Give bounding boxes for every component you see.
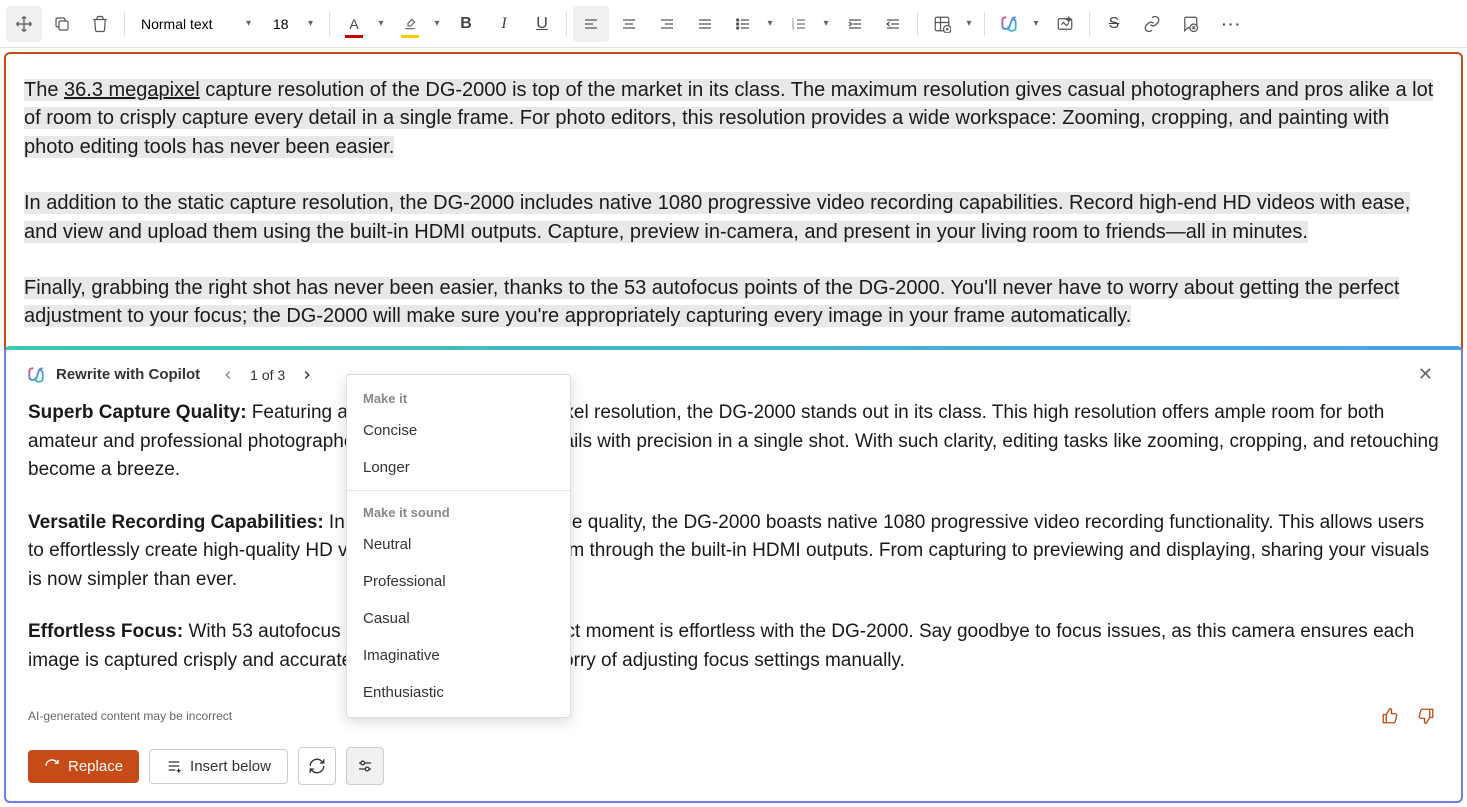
copilot-pager: 1 of 3: [216, 363, 319, 387]
doc-p2: In addition to the static capture resolu…: [24, 192, 1410, 242]
replace-label: Replace: [68, 758, 123, 775]
ai-disclaimer: AI-generated content may be incorrect: [28, 709, 232, 723]
highlight-button[interactable]: [392, 6, 428, 42]
comment-button[interactable]: [1172, 6, 1208, 42]
document-area: The 36.3 megapixel capture resolution of…: [4, 52, 1463, 803]
insert-icon: [166, 758, 182, 774]
feedback-controls: [1377, 703, 1439, 729]
copilot-button[interactable]: [991, 6, 1027, 42]
font-size-value: 18: [273, 16, 289, 32]
text-style-select[interactable]: Normal text ▾: [131, 6, 261, 42]
copilot-icon: [26, 365, 46, 385]
separator: [329, 12, 330, 36]
delete-icon[interactable]: [82, 6, 118, 42]
section2-title: Versatile Recording Capabilities:: [28, 512, 324, 533]
align-justify-button[interactable]: [687, 6, 723, 42]
tone-section-sound: Make it sound: [347, 495, 570, 526]
separator: [566, 12, 567, 36]
move-icon[interactable]: [6, 6, 42, 42]
thumbs-down-button[interactable]: [1413, 703, 1439, 729]
doc-link[interactable]: 36.3 megapixel: [64, 79, 200, 101]
copilot-actions: Replace Insert below: [6, 737, 1461, 801]
copilot-title: Rewrite with Copilot: [56, 366, 200, 383]
separator: [917, 12, 918, 36]
thumbs-up-button[interactable]: [1377, 703, 1403, 729]
copilot-suggestion-body: Superb Capture Quality: Featuring an imp…: [6, 397, 1461, 703]
designer-button[interactable]: [1047, 6, 1083, 42]
tone-option-concise[interactable]: Concise: [347, 412, 570, 449]
chevron-down-icon: ▾: [246, 18, 251, 29]
tone-section-length: Make it: [347, 381, 570, 412]
font-size-select[interactable]: 18 ▾: [263, 6, 323, 42]
regenerate-button[interactable]: [298, 747, 336, 785]
table-button[interactable]: [924, 6, 960, 42]
tone-option-imaginative[interactable]: Imaginative: [347, 637, 570, 674]
font-color-dropdown[interactable]: ▾: [372, 6, 390, 42]
insert-label: Insert below: [190, 758, 271, 775]
next-suggestion-button[interactable]: [295, 363, 319, 387]
copilot-header: Rewrite with Copilot 1 of 3 ✕: [6, 350, 1461, 397]
insert-below-button[interactable]: Insert below: [149, 749, 288, 784]
underline-button[interactable]: U: [524, 6, 560, 42]
bold-button[interactable]: B: [448, 6, 484, 42]
adjust-tone-button[interactable]: [346, 747, 384, 785]
align-right-button[interactable]: [649, 6, 685, 42]
separator: [1089, 12, 1090, 36]
section3-body: With 53 autofocus points, capturing the …: [28, 621, 1414, 671]
chevron-down-icon: ▾: [308, 18, 313, 29]
section3-title: Effortless Focus:: [28, 621, 183, 642]
svg-text:3: 3: [792, 25, 795, 30]
section1-title: Superb Capture Quality:: [28, 402, 247, 423]
bullet-list-dropdown[interactable]: ▾: [761, 6, 779, 42]
font-color-button[interactable]: A: [336, 6, 372, 42]
separator: [984, 12, 985, 36]
copilot-dropdown[interactable]: ▾: [1027, 6, 1045, 42]
close-button[interactable]: ✕: [1410, 360, 1441, 389]
tone-option-enthusiastic[interactable]: Enthusiastic: [347, 674, 570, 711]
disclaimer-row: AI-generated content may be incorrect: [6, 703, 1461, 737]
copy-icon[interactable]: [44, 6, 80, 42]
more-options-button[interactable]: ···: [1214, 6, 1250, 42]
replace-button[interactable]: Replace: [28, 750, 139, 783]
bullet-list-button[interactable]: [725, 6, 761, 42]
italic-button[interactable]: I: [486, 6, 522, 42]
indent-decrease-button[interactable]: [875, 6, 911, 42]
prev-suggestion-button[interactable]: [216, 363, 240, 387]
tone-option-professional[interactable]: Professional: [347, 563, 570, 600]
document-text[interactable]: The 36.3 megapixel capture resolution of…: [24, 76, 1443, 331]
tone-option-neutral[interactable]: Neutral: [347, 526, 570, 563]
tone-adjustment-menu: Make it Concise Longer Make it sound Neu…: [346, 374, 571, 718]
align-center-button[interactable]: [611, 6, 647, 42]
replace-icon: [44, 758, 60, 774]
table-dropdown[interactable]: ▾: [960, 6, 978, 42]
link-button[interactable]: [1134, 6, 1170, 42]
tone-option-casual[interactable]: Casual: [347, 600, 570, 637]
page-indicator: 1 of 3: [250, 367, 285, 383]
indent-increase-button[interactable]: [837, 6, 873, 42]
doc-p1-pre: The: [24, 79, 64, 101]
doc-p3: Finally, grabbing the right shot has nev…: [24, 277, 1399, 327]
copilot-rewrite-panel: Rewrite with Copilot 1 of 3 ✕ Superb Cap…: [4, 346, 1463, 803]
separator: [347, 490, 570, 491]
align-left-button[interactable]: [573, 6, 609, 42]
numbered-list-dropdown[interactable]: ▾: [817, 6, 835, 42]
tone-option-longer[interactable]: Longer: [347, 449, 570, 486]
highlight-dropdown[interactable]: ▾: [428, 6, 446, 42]
numbered-list-button[interactable]: 123: [781, 6, 817, 42]
strikethrough-button[interactable]: S: [1096, 6, 1132, 42]
formatting-toolbar: Normal text ▾ 18 ▾ A ▾ ▾ B I U ▾ 123 ▾ ▾…: [0, 0, 1467, 48]
doc-p1-post: capture resolution of the DG-2000 is top…: [24, 79, 1433, 158]
text-style-label: Normal text: [141, 16, 213, 32]
separator: [124, 12, 125, 36]
